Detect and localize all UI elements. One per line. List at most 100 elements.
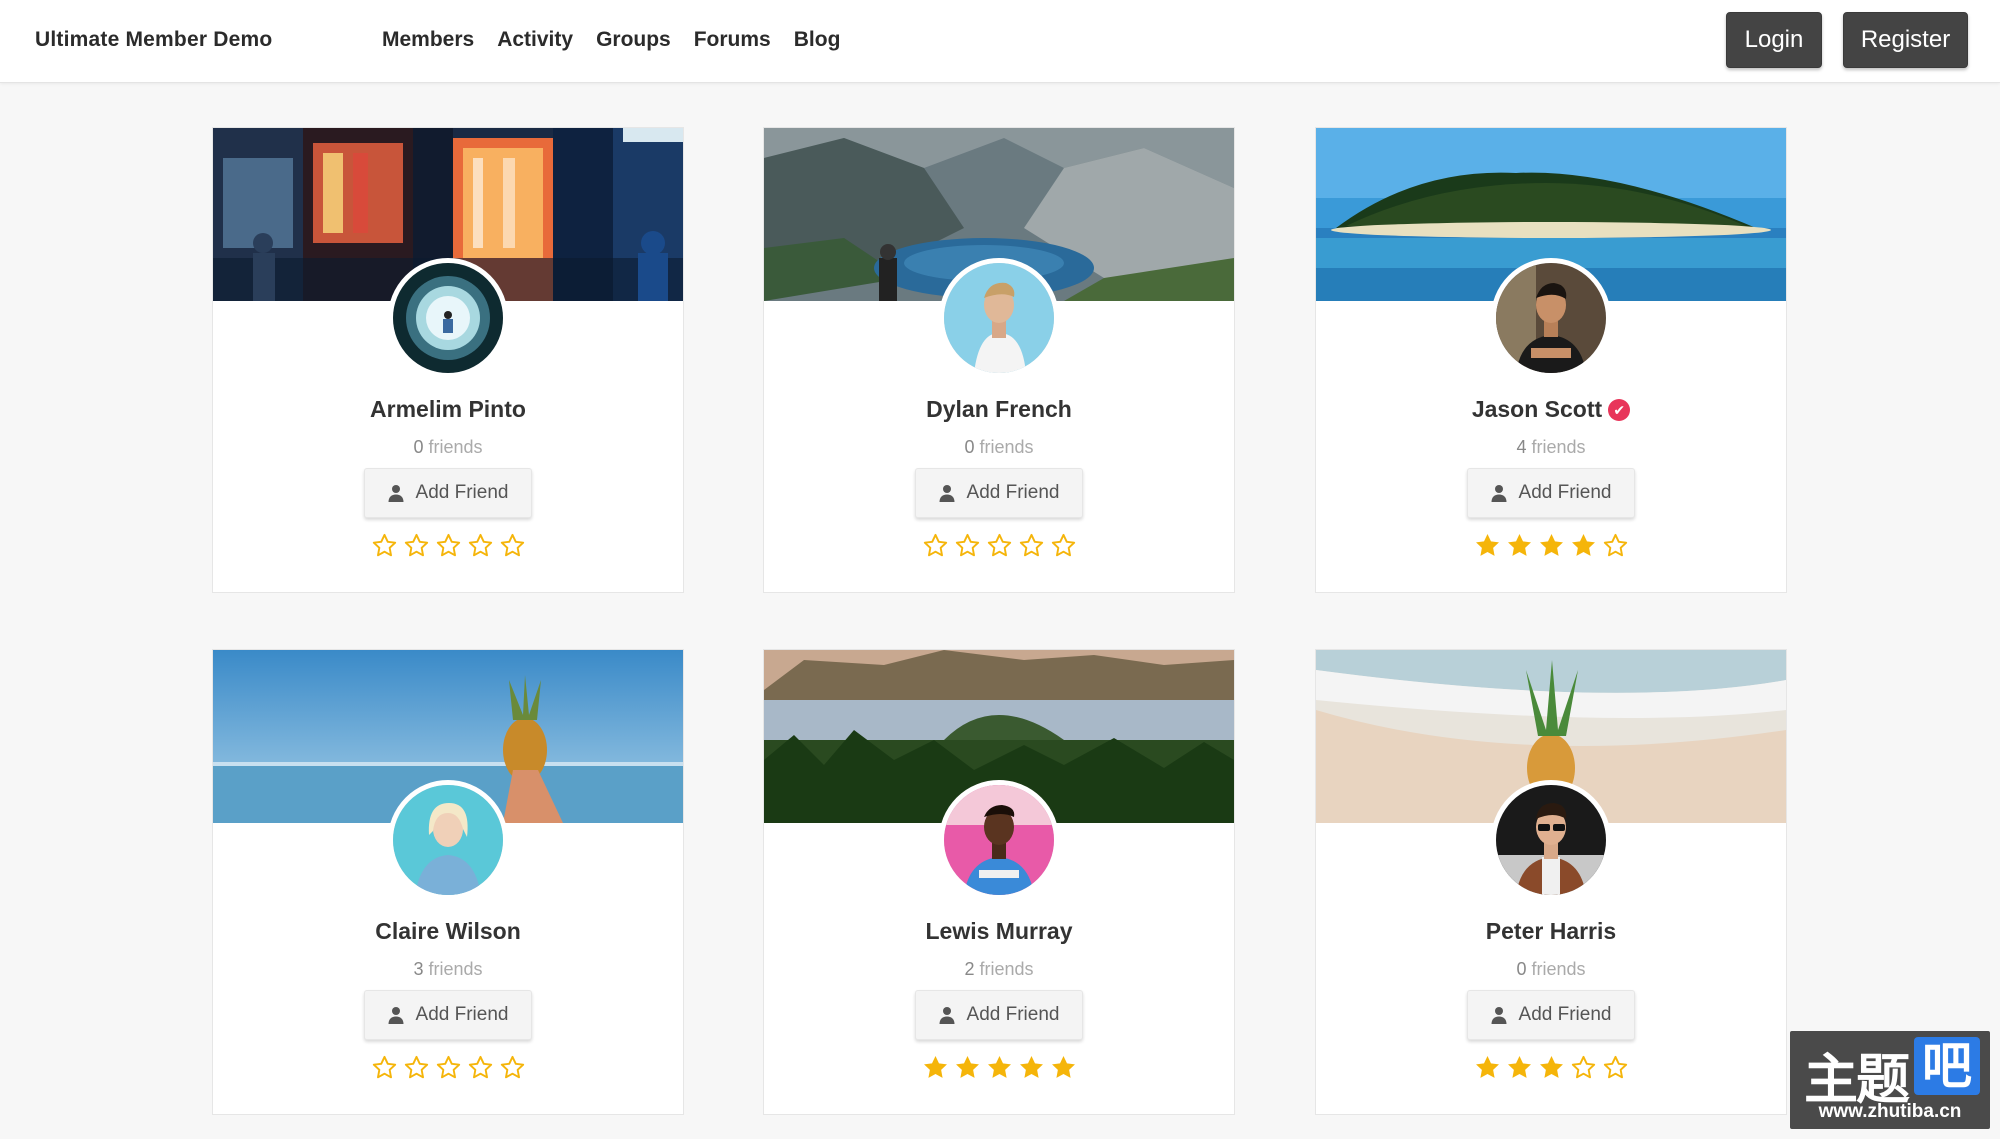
watermark-badge: 吧: [1914, 1037, 1980, 1095]
user-icon: [1491, 484, 1507, 502]
avatar[interactable]: [1491, 780, 1611, 900]
star-filled-icon: [986, 1054, 1013, 1081]
avatar[interactable]: [939, 780, 1059, 900]
add-friend-label: Add Friend: [415, 482, 509, 503]
add-friend-button[interactable]: Add Friend: [1467, 468, 1635, 518]
add-friend-label: Add Friend: [1518, 1004, 1612, 1025]
friends-label: friends: [428, 959, 483, 979]
add-friend-button[interactable]: Add Friend: [915, 468, 1083, 518]
friends-label: friends: [979, 437, 1034, 457]
friends-number: 3: [413, 959, 424, 979]
star-filled-icon: [1018, 1054, 1045, 1081]
nav-members[interactable]: Members: [382, 28, 474, 52]
user-icon: [388, 1006, 404, 1024]
friends-label: friends: [1531, 437, 1586, 457]
avatar[interactable]: [388, 780, 508, 900]
nav-blog[interactable]: Blog: [794, 28, 841, 52]
verified-badge-icon: ✔: [1608, 399, 1631, 421]
member-name[interactable]: Lewis Murray: [926, 918, 1073, 944]
add-friend-label: Add Friend: [966, 1004, 1060, 1025]
user-icon: [939, 484, 955, 502]
friends-label: friends: [428, 437, 483, 457]
star-empty-icon: [922, 532, 949, 559]
star-filled-icon: [1506, 1054, 1533, 1081]
star-rating: [1316, 1054, 1786, 1081]
friends-label: friends: [1531, 959, 1586, 979]
star-filled-icon: [1570, 532, 1597, 559]
star-empty-icon: [403, 1054, 430, 1081]
star-empty-icon: [1570, 1054, 1597, 1081]
member-name-row: Peter Harris: [1316, 918, 1786, 945]
register-button[interactable]: Register: [1843, 12, 1968, 68]
member-name-row: Claire Wilson: [213, 918, 683, 945]
star-filled-icon: [1538, 532, 1565, 559]
friends-number: 0: [964, 437, 975, 457]
site-header: Ultimate Member Demo Members Activity Gr…: [0, 0, 2000, 83]
star-empty-icon: [403, 532, 430, 559]
watermark-logo: 主题 吧 www.zhutiba.cn: [1790, 1031, 1990, 1129]
member-name[interactable]: Jason Scott: [1472, 396, 1602, 422]
star-empty-icon: [467, 1054, 494, 1081]
user-icon: [1491, 1006, 1507, 1024]
main-nav: Members Activity Groups Forums Blog: [382, 28, 863, 52]
star-empty-icon: [435, 532, 462, 559]
member-name[interactable]: Armelim Pinto: [370, 396, 526, 422]
friends-number: 4: [1516, 437, 1527, 457]
star-filled-icon: [954, 1054, 981, 1081]
star-empty-icon: [435, 1054, 462, 1081]
member-card: Jason Scott ✔ 4 friends Add Friend: [1315, 127, 1787, 593]
avatar[interactable]: [939, 258, 1059, 378]
member-name[interactable]: Dylan French: [926, 396, 1072, 422]
star-empty-icon: [986, 532, 1013, 559]
member-card: Armelim Pinto 0 friends Add Friend: [212, 127, 684, 593]
add-friend-button[interactable]: Add Friend: [364, 990, 532, 1040]
member-name-row: Dylan French: [764, 396, 1234, 423]
star-filled-icon: [1538, 1054, 1565, 1081]
friends-count: 3 friends: [213, 959, 683, 980]
nav-activity[interactable]: Activity: [497, 28, 573, 52]
user-icon: [388, 484, 404, 502]
star-empty-icon: [954, 532, 981, 559]
star-rating: [213, 532, 683, 559]
star-rating: [764, 532, 1234, 559]
friends-count: 0 friends: [213, 437, 683, 458]
friends-count: 0 friends: [1316, 959, 1786, 980]
star-filled-icon: [1050, 1054, 1077, 1081]
add-friend-button[interactable]: Add Friend: [364, 468, 532, 518]
star-rating: [213, 1054, 683, 1081]
star-empty-icon: [467, 532, 494, 559]
watermark-url: www.zhutiba.cn: [1818, 1101, 1962, 1122]
member-name-row: Armelim Pinto: [213, 396, 683, 423]
member-card: Peter Harris 0 friends Add Friend: [1315, 649, 1787, 1115]
avatar[interactable]: [1491, 258, 1611, 378]
friends-number: 2: [964, 959, 975, 979]
star-empty-icon: [371, 532, 398, 559]
star-empty-icon: [499, 532, 526, 559]
star-empty-icon: [1050, 532, 1077, 559]
avatar[interactable]: [388, 258, 508, 378]
nav-forums[interactable]: Forums: [694, 28, 771, 52]
member-name[interactable]: Claire Wilson: [375, 918, 521, 944]
site-title[interactable]: Ultimate Member Demo: [35, 28, 272, 52]
friends-count: 2 friends: [764, 959, 1234, 980]
add-friend-button[interactable]: Add Friend: [1467, 990, 1635, 1040]
member-name-row: Jason Scott ✔: [1316, 396, 1786, 423]
add-friend-button[interactable]: Add Friend: [915, 990, 1083, 1040]
nav-groups[interactable]: Groups: [596, 28, 671, 52]
login-button[interactable]: Login: [1726, 12, 1822, 68]
friends-label: friends: [979, 959, 1034, 979]
star-empty-icon: [371, 1054, 398, 1081]
add-friend-label: Add Friend: [966, 482, 1060, 503]
friends-number: 0: [413, 437, 424, 457]
member-name[interactable]: Peter Harris: [1486, 918, 1616, 944]
member-card: Dylan French 0 friends Add Friend: [763, 127, 1235, 593]
add-friend-label: Add Friend: [1518, 482, 1612, 503]
star-empty-icon: [1018, 532, 1045, 559]
star-filled-icon: [922, 1054, 949, 1081]
star-empty-icon: [1602, 1054, 1629, 1081]
member-card: Claire Wilson 3 friends Add Friend: [212, 649, 684, 1115]
member-card: Lewis Murray 2 friends Add Friend: [763, 649, 1235, 1115]
star-filled-icon: [1474, 1054, 1501, 1081]
star-empty-icon: [499, 1054, 526, 1081]
star-rating: [1316, 532, 1786, 559]
